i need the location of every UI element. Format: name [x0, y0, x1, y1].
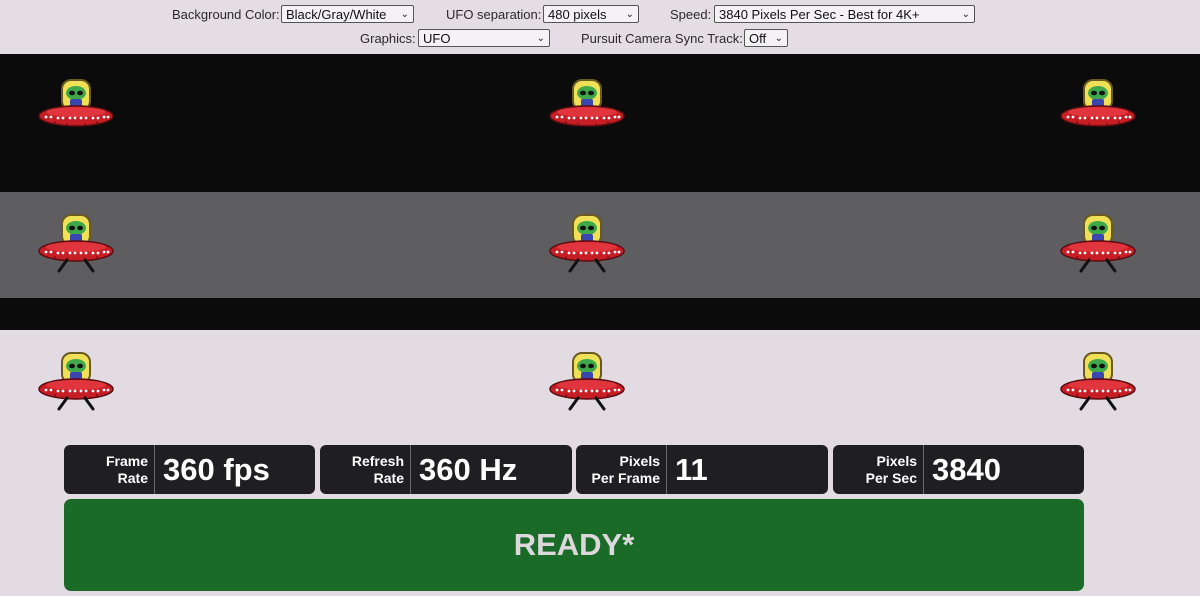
speed-select[interactable]: 3840 Pixels Per Sec - Best for 4K+ ⌄ — [714, 5, 975, 23]
chevron-down-icon: ⌄ — [625, 9, 634, 20]
background-color-value: Black/Gray/White — [286, 7, 387, 22]
pixels-per-frame-label-line1: Pixels — [619, 452, 660, 469]
ufo-separation-value: 480 pixels — [548, 7, 607, 22]
speed-label: Speed: — [670, 7, 712, 22]
chevron-down-icon: ⌄ — [961, 9, 970, 20]
pursuit-camera-value: Off — [749, 31, 767, 46]
pixels-per-frame-value: 11 — [675, 452, 708, 487]
ready-status-banner: READY* — [64, 499, 1084, 591]
refresh-rate-label: Refresh Rate — [320, 445, 411, 494]
ufo-alien-icon — [1059, 213, 1137, 277]
refresh-rate-panel: Refresh Rate 360 Hz — [320, 445, 572, 494]
pixels-per-frame-label-line2: Per Frame — [591, 469, 660, 486]
ufo-alien-icon — [37, 213, 115, 277]
ufo-alien-icon — [1059, 78, 1137, 142]
pursuit-camera-label: Pursuit Camera Sync Track: — [581, 31, 743, 46]
frame-rate-label-line2: Rate — [117, 469, 148, 486]
frame-rate-label-line1: Frame — [105, 452, 148, 469]
ufo-alien-icon — [37, 351, 115, 415]
ufo-separation-label: UFO separation: — [446, 7, 542, 22]
band-separator — [0, 298, 1200, 330]
ufo-alien-icon — [37, 78, 115, 142]
ufo-alien-icon — [548, 78, 626, 142]
background-color-select[interactable]: Black/Gray/White ⌄ — [281, 5, 414, 23]
pixels-per-sec-label: Pixels Per Sec — [833, 445, 924, 494]
background-color-label: Background Color: — [172, 7, 280, 22]
chevron-down-icon: ⌄ — [774, 33, 783, 44]
pixels-per-frame-label: Pixels Per Frame — [576, 445, 667, 494]
frame-rate-panel: Frame Rate 360 fps — [64, 445, 315, 494]
frame-rate-label: Frame Rate — [64, 445, 155, 494]
pixels-per-sec-value: 3840 — [932, 452, 1001, 487]
pixels-per-frame-panel: Pixels Per Frame 11 — [576, 445, 828, 494]
ufo-alien-icon — [548, 351, 626, 415]
refresh-rate-label-line1: Refresh — [351, 452, 404, 469]
refresh-rate-label-line2: Rate — [373, 469, 404, 486]
chevron-down-icon: ⌄ — [536, 33, 545, 44]
pixels-per-sec-label-line1: Pixels — [876, 452, 917, 469]
pursuit-camera-select[interactable]: Off ⌄ — [744, 29, 788, 47]
speed-value: 3840 Pixels Per Sec - Best for 4K+ — [719, 7, 920, 22]
pixels-per-sec-label-line2: Per Sec — [865, 469, 917, 486]
ufo-separation-select[interactable]: 480 pixels ⌄ — [543, 5, 639, 23]
ufo-alien-icon — [1059, 351, 1137, 415]
graphics-value: UFO — [423, 31, 451, 46]
settings-row-1: Background Color: Black/Gray/White ⌄ UFO… — [0, 5, 1200, 27]
frame-rate-value: 360 fps — [163, 452, 270, 487]
settings-bar: Background Color: Black/Gray/White ⌄ UFO… — [0, 0, 1200, 54]
graphics-select[interactable]: UFO ⌄ — [418, 29, 550, 47]
ufo-alien-icon — [548, 213, 626, 277]
graphics-label: Graphics: — [360, 31, 416, 46]
settings-row-2: Graphics: UFO ⌄ Pursuit Camera Sync Trac… — [0, 29, 1200, 51]
refresh-rate-value: 360 Hz — [419, 452, 518, 487]
pixels-per-sec-panel: Pixels Per Sec 3840 — [833, 445, 1084, 494]
chevron-down-icon: ⌄ — [400, 9, 409, 20]
